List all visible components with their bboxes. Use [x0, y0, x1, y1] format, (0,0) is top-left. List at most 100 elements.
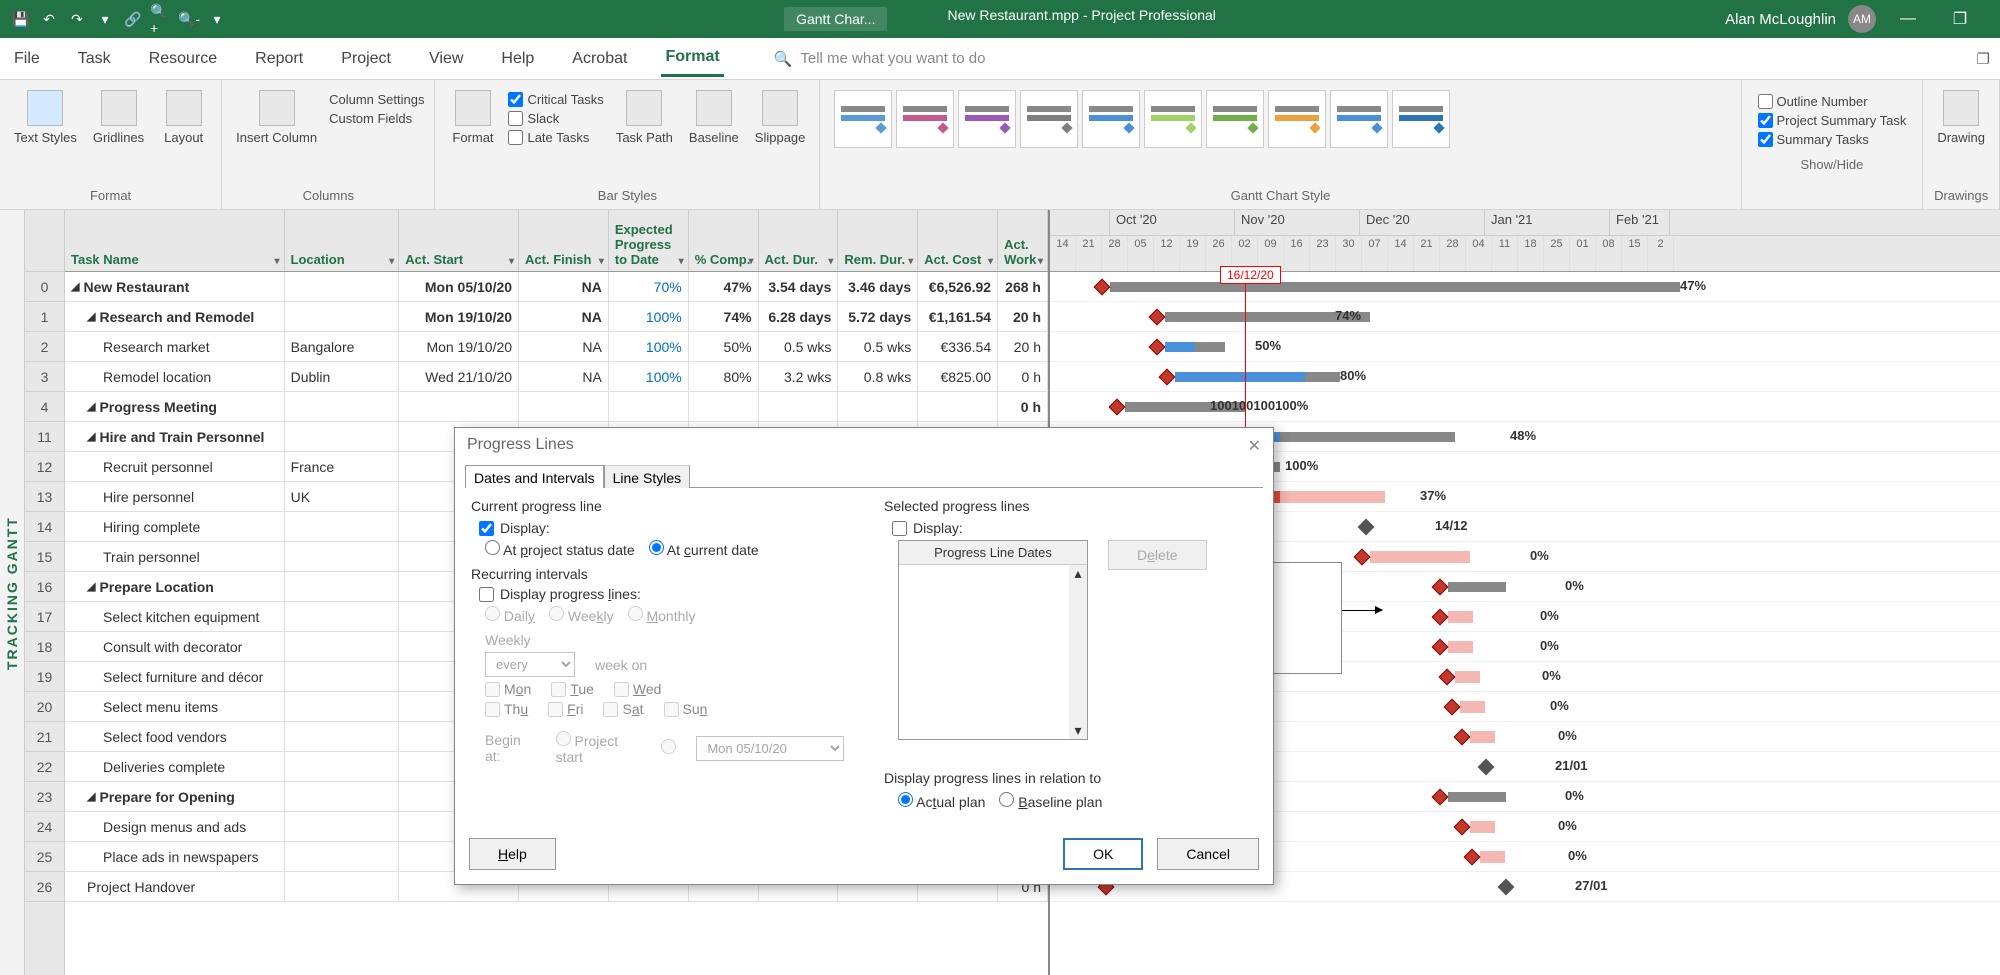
project-start-radio[interactable]: Project start: [556, 731, 642, 765]
begin-date-select[interactable]: Mon 05/10/20: [696, 736, 844, 761]
tab-acrobat[interactable]: Acrobat: [568, 42, 631, 76]
table-row[interactable]: ◢Research and RemodelMon 19/10/20NA100%7…: [65, 302, 1048, 332]
gridlines-button[interactable]: Gridlines: [89, 86, 148, 149]
row-number[interactable]: 21: [25, 722, 64, 752]
cancel-button[interactable]: Cancel: [1157, 838, 1259, 870]
tab-format[interactable]: Format: [661, 40, 723, 77]
row-number[interactable]: 25: [25, 842, 64, 872]
user-name[interactable]: Alan McLoughlin: [1725, 11, 1836, 28]
thu-checkbox[interactable]: Thu: [485, 701, 528, 717]
column-header[interactable]: Location▾: [285, 210, 400, 271]
drawing-button[interactable]: Drawing: [1933, 86, 1989, 149]
at-status-date-radio[interactable]: At project status date: [485, 540, 635, 558]
column-header[interactable]: Act. Start▾: [399, 210, 519, 271]
gantt-bar[interactable]: [1460, 701, 1485, 713]
help-button[interactable]: Help: [469, 838, 556, 870]
gantt-bar[interactable]: [1370, 551, 1470, 563]
mon-checkbox[interactable]: Mon: [485, 681, 531, 697]
tab-project[interactable]: Project: [337, 42, 395, 76]
text-styles-button[interactable]: Text Styles: [10, 86, 81, 149]
gantt-style-option[interactable]: [1206, 90, 1264, 148]
tab-task[interactable]: Task: [74, 42, 115, 76]
user-avatar[interactable]: AM: [1848, 5, 1876, 33]
row-number[interactable]: 24: [25, 812, 64, 842]
daily-radio[interactable]: Daily: [485, 606, 535, 624]
row-number[interactable]: 15: [25, 542, 64, 572]
late-tasks-checkbox[interactable]: Late Tasks: [508, 130, 603, 145]
fri-checkbox[interactable]: Fri: [548, 701, 583, 717]
row-number[interactable]: 1: [25, 302, 64, 332]
gantt-bar[interactable]: [1448, 611, 1473, 623]
restore-icon[interactable]: ❐: [1940, 9, 1980, 29]
sun-checkbox[interactable]: Sun: [664, 701, 708, 717]
baseline-button[interactable]: Baseline: [685, 86, 743, 149]
weekly-radio[interactable]: Weekly: [549, 606, 614, 624]
column-header[interactable]: Act. Work▾: [998, 210, 1048, 271]
ribbon-collapse-icon[interactable]: ❐: [1977, 50, 1990, 68]
zoom-in-icon[interactable]: 🔍+: [150, 8, 172, 30]
gantt-bar[interactable]: [1470, 731, 1495, 743]
gantt-style-option[interactable]: [1144, 90, 1202, 148]
row-number[interactable]: 4: [25, 392, 64, 422]
column-header[interactable]: Act. Cost▾: [918, 210, 998, 271]
table-row[interactable]: Remodel locationDublinWed 21/10/20NA100%…: [65, 362, 1048, 392]
gantt-style-option[interactable]: [958, 90, 1016, 148]
column-header[interactable]: Rem. Dur.▾: [838, 210, 918, 271]
gantt-style-option[interactable]: [896, 90, 954, 148]
project-summary-checkbox[interactable]: Project Summary Task: [1758, 113, 1907, 128]
minimize-icon[interactable]: —: [1888, 10, 1928, 28]
at-current-date-radio[interactable]: At current date: [649, 540, 759, 558]
gantt-bar[interactable]: [1448, 641, 1473, 653]
column-header[interactable]: % Comp.▾: [689, 210, 759, 271]
column-header[interactable]: Expected Progress to Date▾: [609, 210, 689, 271]
layout-button[interactable]: Layout: [156, 86, 211, 149]
row-number[interactable]: 26: [25, 872, 64, 902]
tab-file[interactable]: File: [10, 42, 44, 76]
begin-date-radio[interactable]: [661, 739, 676, 757]
row-number[interactable]: 14: [25, 512, 64, 542]
row-number[interactable]: 18: [25, 632, 64, 662]
gantt-style-option[interactable]: [1082, 90, 1140, 148]
view-label[interactable]: TRACKING GANTT: [0, 210, 25, 975]
gantt-style-option[interactable]: [1392, 90, 1450, 148]
dialog-title-bar[interactable]: Progress Lines ✕: [455, 428, 1273, 464]
gantt-bar[interactable]: [1480, 851, 1505, 863]
column-header[interactable]: Task Name▾: [65, 210, 285, 271]
row-number[interactable]: 23: [25, 782, 64, 812]
summary-tasks-checkbox[interactable]: Summary Tasks: [1758, 132, 1907, 147]
gantt-bar[interactable]: [1175, 372, 1305, 382]
slack-checkbox[interactable]: Slack: [508, 111, 603, 126]
row-number[interactable]: 17: [25, 602, 64, 632]
gantt-style-option[interactable]: [834, 90, 892, 148]
gantt-bar[interactable]: [1470, 821, 1495, 833]
table-row[interactable]: ◢New RestaurantMon 05/10/20NA70%47%3.54 …: [65, 272, 1048, 302]
dropdown-icon[interactable]: ▾: [94, 8, 116, 30]
ok-button[interactable]: OK: [1063, 838, 1143, 870]
gantt-style-option[interactable]: [1330, 90, 1388, 148]
row-number[interactable]: 3: [25, 362, 64, 392]
gantt-style-option[interactable]: [1020, 90, 1078, 148]
customize-qat-icon[interactable]: ▾: [206, 8, 228, 30]
row-number[interactable]: 13: [25, 482, 64, 512]
insert-column-button[interactable]: Insert Column: [232, 86, 321, 149]
tab-dates-intervals[interactable]: Dates and Intervals: [465, 465, 604, 488]
row-number[interactable]: 22: [25, 752, 64, 782]
gantt-bar[interactable]: [1110, 282, 1680, 292]
critical-tasks-checkbox[interactable]: Critical Tasks: [508, 92, 603, 107]
task-path-button[interactable]: Task Path: [612, 86, 677, 149]
every-select[interactable]: every: [485, 652, 575, 677]
format-button[interactable]: Format: [445, 86, 500, 149]
tab-line-styles[interactable]: Line Styles: [604, 465, 690, 488]
redo-icon[interactable]: ↷: [66, 8, 88, 30]
custom-fields-button[interactable]: Custom Fields: [329, 111, 424, 126]
close-icon[interactable]: ✕: [1248, 436, 1261, 456]
row-number[interactable]: 19: [25, 662, 64, 692]
row-number[interactable]: 20: [25, 692, 64, 722]
tab-view[interactable]: View: [425, 42, 467, 76]
gantt-style-option[interactable]: [1268, 90, 1326, 148]
link-icon[interactable]: 🔗: [122, 8, 144, 30]
display-progress-lines-checkbox[interactable]: Display progress lines:: [479, 586, 844, 602]
monthly-radio[interactable]: Monthly: [628, 606, 696, 624]
save-icon[interactable]: 💾: [10, 8, 32, 30]
outline-number-checkbox[interactable]: Outline Number: [1758, 94, 1907, 109]
